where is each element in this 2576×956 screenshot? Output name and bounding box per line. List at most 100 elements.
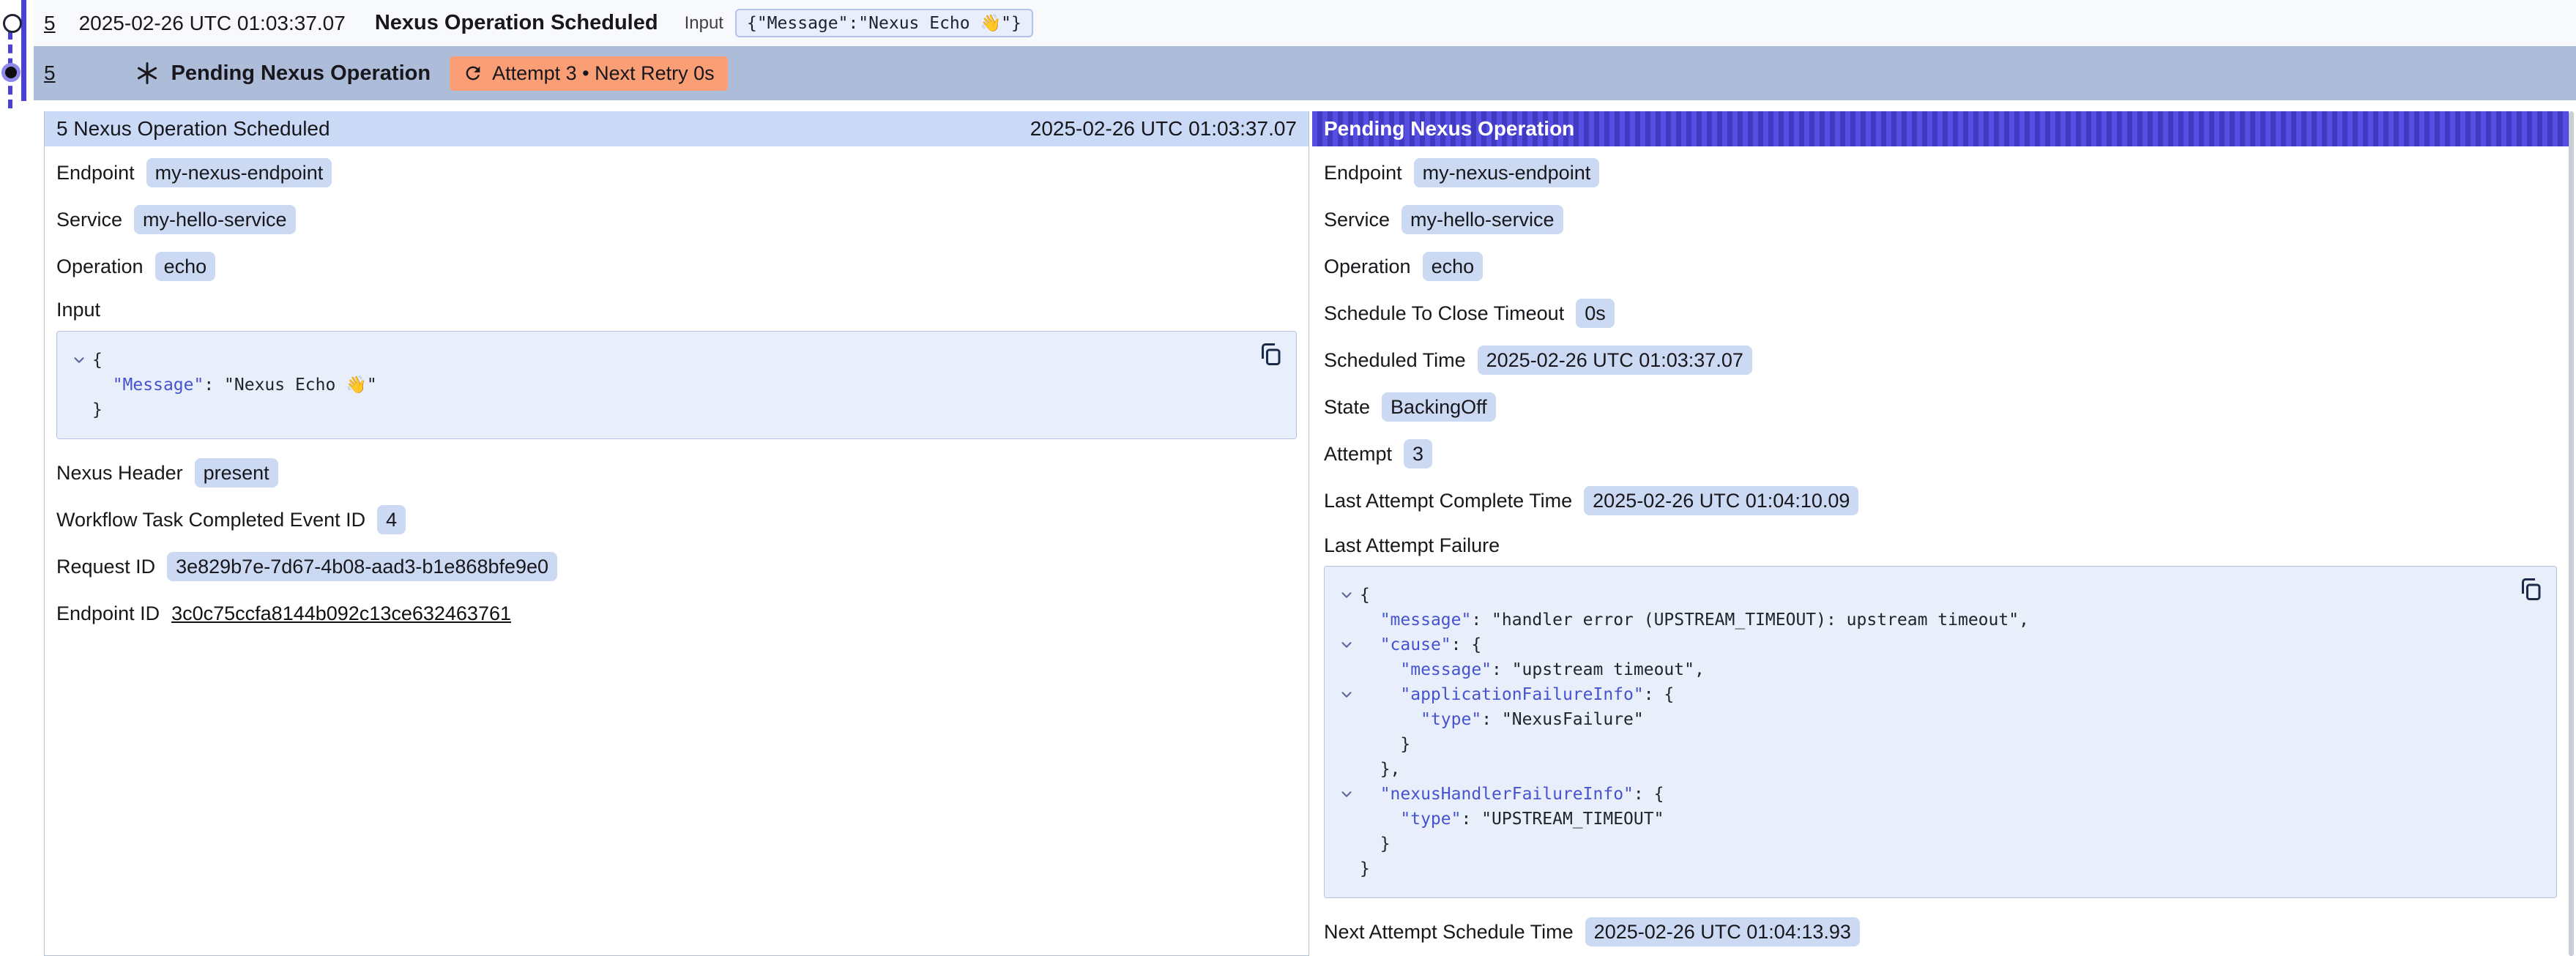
field-next-attempt: Next Attempt Schedule Time 2025-02-26 UT… bbox=[1324, 917, 2557, 946]
failure-section-label: Last Attempt Failure bbox=[1324, 534, 2557, 557]
code-line: } bbox=[1333, 856, 2512, 881]
event-panel-title: 5 Nexus Operation Scheduled bbox=[56, 117, 330, 141]
workflow-history-screen: 5 2025-02-26 UTC 01:03:37.07 Nexus Opera… bbox=[0, 0, 2576, 956]
field-value-badge: my-hello-service bbox=[1401, 205, 1563, 234]
field-value-badge: present bbox=[195, 458, 278, 488]
field-label: Last Attempt Complete Time bbox=[1324, 490, 1572, 512]
event-row-scheduled[interactable]: 5 2025-02-26 UTC 01:03:37.07 Nexus Opera… bbox=[34, 0, 2576, 46]
field-label: Request ID bbox=[56, 556, 155, 578]
code-line: "cause": { bbox=[1333, 632, 2512, 657]
code-line: }, bbox=[1333, 757, 2512, 782]
field-endpoint-id: Endpoint ID 3c0c75ccfa8144b092c13ce63246… bbox=[56, 599, 1297, 628]
field-label: Workflow Task Completed Event ID bbox=[56, 509, 365, 531]
field-label: Scheduled Time bbox=[1324, 349, 1466, 372]
code-gutter bbox=[1333, 757, 1360, 782]
field-operation: Operationecho bbox=[1324, 252, 2557, 281]
code-line: "Message": "Nexus Echo 👋" bbox=[66, 373, 1252, 397]
pending-asterisk-icon bbox=[135, 61, 160, 86]
scrollbar-thumb[interactable] bbox=[2569, 111, 2574, 956]
copy-icon bbox=[1257, 340, 1284, 368]
event-panel-header: 5 Nexus Operation Scheduled 2025-02-26 U… bbox=[45, 111, 1309, 146]
code-line: { bbox=[1333, 583, 2512, 608]
field-value-badge: my-hello-service bbox=[134, 205, 296, 234]
timeline-start-marker bbox=[3, 14, 22, 33]
field-value-badge: echo bbox=[155, 252, 216, 281]
field-label: Attempt bbox=[1324, 443, 1392, 466]
code-gutter bbox=[1333, 807, 1360, 832]
copy-button[interactable] bbox=[2517, 575, 2545, 606]
field-label: Service bbox=[56, 209, 122, 231]
code-gutter bbox=[1333, 856, 1360, 881]
input-code-block: { "Message": "Nexus Echo 👋"} bbox=[56, 331, 1297, 439]
attempt-retry-badge: Attempt 3 • Next Retry 0s bbox=[450, 56, 728, 91]
code-gutter bbox=[66, 397, 92, 422]
collapse-caret-icon[interactable] bbox=[1333, 782, 1360, 807]
code-gutter bbox=[1333, 732, 1360, 757]
field-scheduled-time: Scheduled Time 2025-02-26 UTC 01:03:37.07 bbox=[1324, 346, 2557, 375]
event-id-link[interactable]: 5 bbox=[44, 12, 56, 35]
pending-panel-title: Pending Nexus Operation bbox=[1324, 117, 1574, 141]
copy-icon bbox=[2517, 575, 2544, 603]
field-label: Endpoint bbox=[56, 162, 135, 184]
field-label: Service bbox=[1324, 209, 1390, 231]
copy-button[interactable] bbox=[1257, 340, 1284, 371]
collapse-caret-icon[interactable] bbox=[1333, 583, 1360, 608]
timeline-selected-marker bbox=[1, 63, 21, 82]
code-line: "applicationFailureInfo": { bbox=[1333, 682, 2512, 707]
code-line: { bbox=[66, 348, 1252, 373]
field-service: Service my-hello-service bbox=[56, 205, 1297, 234]
field-value-badge: 3e829b7e-7d67-4b08-aad3-b1e868bfe9e0 bbox=[167, 552, 557, 581]
field-service: Service my-hello-service bbox=[1324, 205, 2557, 234]
collapse-caret-icon[interactable] bbox=[1333, 682, 1360, 707]
field-label: Operation bbox=[56, 255, 144, 278]
field-label: Schedule To Close Timeout bbox=[1324, 302, 1564, 325]
endpoint-id-link[interactable]: 3c0c75ccfa8144b092c13ce632463761 bbox=[171, 602, 511, 625]
field-value-badge: 2025-02-26 UTC 01:04:13.93 bbox=[1585, 917, 1860, 946]
event-id-link[interactable]: 5 bbox=[44, 61, 56, 85]
field-request-id: Request ID 3e829b7e-7d67-4b08-aad3-b1e868… bbox=[56, 552, 1297, 581]
event-row-pending[interactable]: 5 Pending Nexus Operation Attempt 3 • Ne… bbox=[34, 46, 2576, 100]
event-title: Nexus Operation Scheduled bbox=[375, 11, 658, 35]
retry-icon bbox=[463, 63, 483, 83]
event-fields-2: Nexus Headerpresent Workflow Task Complet… bbox=[56, 458, 1297, 581]
field-value-badge: echo bbox=[1423, 252, 1484, 281]
code-gutter bbox=[66, 373, 92, 397]
field-endpoint: Endpoint my-nexus-endpoint bbox=[56, 158, 1297, 187]
code-gutter bbox=[1333, 608, 1360, 632]
pending-operation-panel: Pending Nexus Operation Endpointmy-nexus… bbox=[1312, 111, 2569, 956]
code-gutter bbox=[1333, 832, 1360, 856]
attempt-retry-text: Attempt 3 • Next Retry 0s bbox=[492, 62, 715, 85]
failure-code-block: { "message": "handler error (UPSTREAM_TI… bbox=[1324, 566, 2557, 898]
event-timestamp: 2025-02-26 UTC 01:03:37.07 bbox=[79, 12, 346, 35]
field-value-badge: my-nexus-endpoint bbox=[146, 158, 332, 187]
collapse-caret-icon[interactable] bbox=[1333, 632, 1360, 657]
timeline-active-bar bbox=[21, 0, 26, 101]
field-value-badge: 0s bbox=[1576, 299, 1615, 328]
field-nexus-header: Nexus Headerpresent bbox=[56, 458, 1297, 488]
field-endpoint: Endpointmy-nexus-endpoint bbox=[1324, 158, 2557, 187]
pending-panel-header: Pending Nexus Operation bbox=[1312, 111, 2569, 146]
code-line: } bbox=[66, 397, 1252, 422]
field-value-badge: 2025-02-26 UTC 01:04:10.09 bbox=[1584, 486, 1858, 515]
input-section-label: Input bbox=[56, 299, 1297, 321]
field-label: Endpoint bbox=[1324, 162, 1402, 184]
field-workflow-task-completed-event-id: Workflow Task Completed Event ID4 bbox=[56, 505, 1297, 534]
event-panel-timestamp: 2025-02-26 UTC 01:03:37.07 bbox=[1030, 117, 1297, 141]
event-input-chip: {"Message":"Nexus Echo 👋"} bbox=[735, 9, 1033, 37]
code-line: "message": "upstream timeout", bbox=[1333, 657, 2512, 682]
code-line: "nexusHandlerFailureInfo": { bbox=[1333, 782, 2512, 807]
field-label: Endpoint ID bbox=[56, 602, 160, 625]
event-detail-panel: 5 Nexus Operation Scheduled 2025-02-26 U… bbox=[44, 111, 1309, 956]
collapse-caret-icon[interactable] bbox=[66, 348, 92, 373]
code-line: "type": "NexusFailure" bbox=[1333, 707, 2512, 732]
field-value-badge: BackingOff bbox=[1382, 392, 1496, 422]
code-line: } bbox=[1333, 732, 2512, 757]
event-fields: Endpoint my-nexus-endpoint Service my-hello… bbox=[56, 158, 1297, 281]
field-value-badge: 2025-02-26 UTC 01:03:37.07 bbox=[1478, 346, 1752, 375]
field-label: Next Attempt Schedule Time bbox=[1324, 921, 1574, 944]
code-line: "type": "UPSTREAM_TIMEOUT" bbox=[1333, 807, 2512, 832]
pending-title: Pending Nexus Operation bbox=[171, 61, 431, 86]
code-line: "message": "handler error (UPSTREAM_TIME… bbox=[1333, 608, 2512, 632]
field-value-badge: 3 bbox=[1404, 439, 1432, 468]
field-attempt: Attempt 3 bbox=[1324, 439, 2557, 468]
